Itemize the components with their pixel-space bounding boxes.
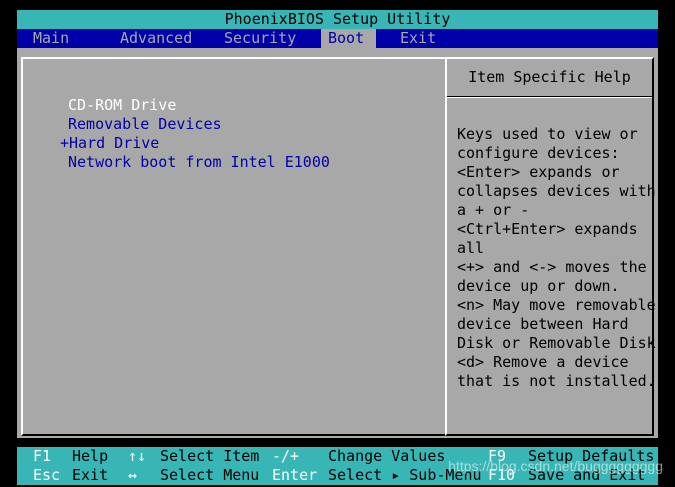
help-line: that is not installed. bbox=[457, 372, 656, 390]
help-title: Item Specific Help bbox=[468, 68, 631, 86]
key-leftright: ↔ bbox=[128, 466, 138, 484]
boot-item-hard-drive[interactable]: +Hard Drive bbox=[60, 134, 330, 153]
key-updown: ↑↓ bbox=[128, 447, 147, 465]
help-divider bbox=[447, 96, 652, 98]
key-updown-desc: Select Item bbox=[160, 447, 260, 465]
boot-item-cdrom[interactable]: CD-ROM Drive bbox=[68, 96, 330, 115]
help-line: <+> and <-> moves the bbox=[457, 258, 647, 276]
help-line: <n> May move removable bbox=[457, 296, 656, 314]
boot-item-removable[interactable]: Removable Devices bbox=[68, 115, 330, 134]
key-enter: Enter bbox=[272, 466, 318, 484]
main-panel: CD-ROM Drive Removable Devices +Hard Dri… bbox=[17, 48, 658, 438]
help-panel: Item Specific Help Keys used to view or … bbox=[445, 57, 656, 436]
bios-screen: PhoenixBIOS Setup Utility Main Advanced … bbox=[0, 0, 675, 487]
menu-bar: Main Advanced Security Boot Exit bbox=[17, 29, 658, 48]
key-f1: F1 bbox=[33, 447, 52, 465]
tab-boot[interactable]: Boot bbox=[321, 29, 376, 48]
key-leftright-desc: Select Menu bbox=[160, 466, 260, 484]
key-esc-desc: Exit bbox=[72, 466, 109, 484]
title-bar: PhoenixBIOS Setup Utility bbox=[17, 10, 658, 29]
help-line: Disk or Removable Disk bbox=[457, 334, 656, 352]
tab-security[interactable]: Security bbox=[220, 29, 300, 48]
key-esc: Esc bbox=[33, 466, 61, 484]
key-minus-plus: -/+ bbox=[272, 447, 300, 465]
help-line: all bbox=[457, 239, 485, 257]
boot-item-network[interactable]: Network boot from Intel E1000 bbox=[68, 153, 330, 172]
watermark-text: https://blog.csdn.net/buggggggggg bbox=[448, 458, 663, 474]
help-line: device up or down. bbox=[457, 277, 620, 295]
key-f1-desc: Help bbox=[72, 447, 109, 465]
help-line: device between Hard bbox=[457, 315, 629, 333]
tab-main[interactable]: Main bbox=[29, 29, 73, 48]
help-line: <Ctrl+Enter> expands bbox=[457, 220, 638, 238]
help-line: a + or - bbox=[457, 201, 530, 219]
boot-order-panel: CD-ROM Drive Removable Devices +Hard Dri… bbox=[21, 57, 447, 436]
boot-order-list: CD-ROM Drive Removable Devices +Hard Dri… bbox=[60, 96, 330, 172]
help-line: Keys used to view or bbox=[457, 125, 638, 143]
help-line: <Enter> expands or bbox=[457, 163, 620, 181]
tab-exit[interactable]: Exit bbox=[396, 29, 440, 48]
key-minus-plus-desc: Change Values bbox=[328, 447, 446, 465]
help-line: collapses devices with bbox=[457, 182, 656, 200]
app-title: PhoenixBIOS Setup Utility bbox=[224, 10, 451, 28]
help-text: Keys used to view or configure devices: … bbox=[457, 125, 656, 391]
tab-advanced[interactable]: Advanced bbox=[116, 29, 196, 48]
help-line: <d> Remove a device bbox=[457, 353, 629, 371]
help-line: configure devices: bbox=[457, 144, 620, 162]
